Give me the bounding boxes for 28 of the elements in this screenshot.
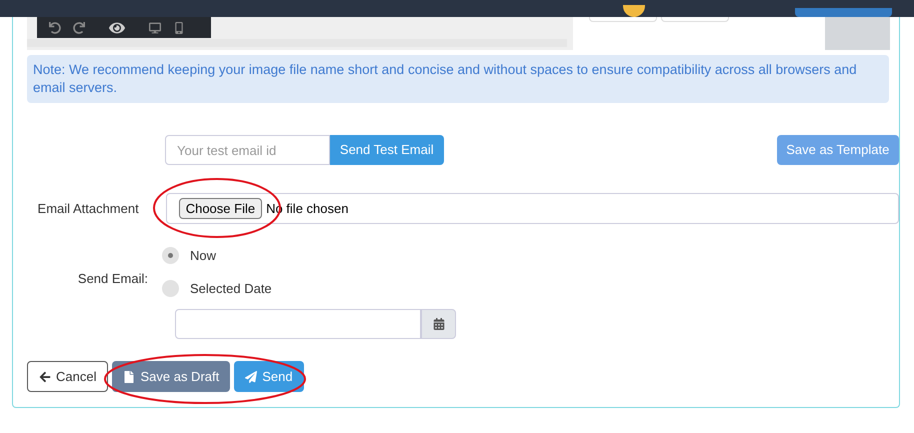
redo-icon[interactable] bbox=[73, 22, 85, 34]
file-icon bbox=[123, 370, 136, 382]
note-text: Note: We recommend keeping your image file name short and concise and without spaces to ensure compatibility across all browsers and email servers. bbox=[27, 55, 889, 103]
desktop-icon[interactable] bbox=[149, 22, 161, 34]
send-button[interactable]: Send bbox=[234, 361, 304, 392]
test-email-field[interactable]: Your test email id bbox=[165, 135, 330, 165]
radio-button[interactable] bbox=[162, 280, 179, 297]
attachment-label: Email Attachment bbox=[36, 200, 139, 218]
send-test-email-button[interactable]: Send Test Email bbox=[330, 135, 444, 165]
avatar bbox=[623, 5, 645, 17]
scrollbar[interactable] bbox=[27, 39, 567, 47]
radio-label: Selected Date bbox=[190, 280, 272, 298]
choose-file-button[interactable]: Choose File bbox=[178, 198, 262, 219]
eye-icon[interactable] bbox=[109, 20, 125, 36]
calendar-button[interactable] bbox=[421, 309, 456, 339]
mobile-icon[interactable] bbox=[173, 22, 185, 34]
arrow-left-icon bbox=[39, 370, 51, 382]
calendar-icon bbox=[432, 318, 444, 330]
side-panel bbox=[825, 17, 890, 50]
date-field[interactable] bbox=[175, 309, 421, 339]
radio-button[interactable] bbox=[162, 247, 179, 264]
paper-plane-icon bbox=[245, 370, 258, 382]
save-template-button[interactable]: Save as Template bbox=[776, 135, 899, 165]
radio-label: Now bbox=[190, 247, 216, 265]
draft-button[interactable]: Save as Draft bbox=[112, 361, 230, 392]
undo-icon[interactable] bbox=[49, 22, 61, 34]
cancel-button[interactable]: Cancel bbox=[27, 361, 108, 392]
send-email-label: Send Email: bbox=[76, 270, 148, 288]
